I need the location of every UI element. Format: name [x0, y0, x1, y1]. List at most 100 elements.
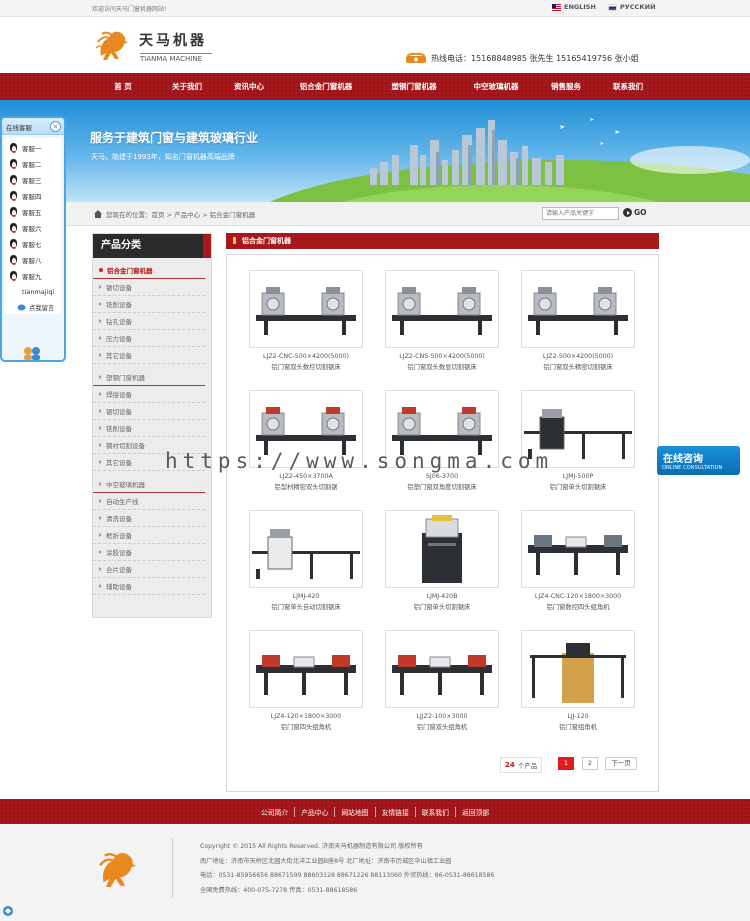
product-model[interactable]: LJZ2-500×4200(5000) [521, 353, 635, 360]
category-item[interactable]: 框折设备 [93, 527, 205, 544]
category-item[interactable]: 自动生产线 [93, 493, 205, 510]
product-image[interactable] [249, 270, 363, 348]
category-item[interactable]: 清洗设备 [93, 510, 205, 527]
pager-total-label: 个产品 [517, 762, 538, 770]
nav-item-6[interactable]: 销售服务 [536, 73, 596, 100]
product-image[interactable] [249, 630, 363, 708]
breadcrumb-text[interactable]: 您现在的位置：首页 > 产品中心 > 铝合金门窗机器 [106, 209, 255, 219]
category-group[interactable]: 铝合金门窗机器 [93, 261, 205, 279]
product-image[interactable] [249, 510, 363, 588]
nav-item-4[interactable]: 塑钢门窗机器 [372, 73, 456, 100]
category-group[interactable]: 中空玻璃机器 [93, 475, 205, 493]
category-group[interactable]: 塑钢门窗机器 [93, 368, 205, 386]
product-image[interactable] [521, 630, 635, 708]
product-name[interactable]: 铝门窗双头数显切割锯床 [385, 362, 499, 371]
category-item[interactable]: 辅助设备 [93, 578, 205, 595]
product-name[interactable]: 铝塑门窗双角度切割锯床 [385, 482, 499, 491]
qq-contact[interactable]: 客服五 [5, 204, 61, 220]
lang-english-link[interactable]: ENGLISH [552, 3, 596, 11]
product-model[interactable]: LJZ2-CNS-500×4200(5000) [385, 353, 499, 360]
product-name[interactable]: 铝门窗四头组角机 [249, 722, 363, 731]
product-name[interactable]: 铝门窗数控四头组角机 [521, 602, 635, 611]
product-model[interactable]: LJZ2-CNC-500×4200(5000) [249, 353, 363, 360]
pager-page-2[interactable]: 2 [582, 757, 598, 770]
search-input[interactable] [542, 207, 619, 220]
product-card[interactable]: LJZ2-450×3700A 铝型材精密双头切割锯 [249, 390, 363, 491]
product-card[interactable]: LJZ2-500×4200(5000) 铝门窗双头精密切割锯床 [521, 270, 635, 371]
category-item[interactable]: 锯切设备 [93, 403, 205, 420]
footer-link[interactable]: 返回顶部 [456, 807, 495, 817]
horse-logo-icon[interactable] [93, 26, 133, 64]
nav-item-1[interactable]: 关于我们 [156, 73, 218, 100]
qq-contact[interactable]: 客服六 [5, 220, 61, 236]
nav-item-0[interactable]: 首 页 [90, 73, 156, 100]
footer-link[interactable]: 友情链接 [376, 807, 416, 817]
category-item[interactable]: 压力设备 [93, 330, 205, 347]
product-model[interactable]: LJJZ2-100×3000 [385, 713, 499, 720]
qq-message-link[interactable]: 点我留言 [5, 303, 61, 312]
product-model[interactable]: LJMJ-500P [521, 473, 635, 480]
category-item[interactable]: 其它设备 [93, 347, 205, 364]
lang-russian-link[interactable]: РУССКИЙ [608, 3, 656, 11]
qq-account[interactable]: tianmajiqi [5, 284, 61, 300]
product-card[interactable]: LJZ2-CNS-500×4200(5000) 铝门窗双头数显切割锯床 [385, 270, 499, 371]
qq-contact[interactable]: 客服七 [5, 236, 61, 252]
category-label: 钢衬切割设备 [106, 442, 145, 450]
category-item[interactable]: 锯切设备 [93, 279, 205, 296]
product-card[interactable]: LJJ-120 铝门窗组角机 [521, 630, 635, 731]
product-card[interactable]: LJMJ-420B 铝门窗单头切割锯床 [385, 510, 499, 611]
product-name[interactable]: 铝型材精密双头切割锯 [249, 482, 363, 491]
product-card[interactable]: LJZ2-CNC-500×4200(5000) 铝门窗双头数控切割锯床 [249, 270, 363, 371]
footer-link[interactable]: 网站地图 [335, 807, 376, 817]
nav-item-2[interactable]: 资讯中心 [218, 73, 280, 100]
product-image[interactable] [521, 270, 635, 348]
product-image[interactable] [385, 510, 499, 588]
category-item[interactable]: 铣削设备 [93, 420, 205, 437]
product-card[interactable]: LJMJ-500P 铝门窗单头切割锯床 [521, 390, 635, 491]
qq-contact[interactable]: 客服一 [5, 140, 61, 156]
category-item[interactable]: 铣削设备 [93, 296, 205, 313]
product-name[interactable]: 铝门窗双头数控切割锯床 [249, 362, 363, 371]
product-name[interactable]: 铝门窗双头组角机 [385, 722, 499, 731]
product-model[interactable]: LJZ4-120×1800×3000 [249, 713, 363, 720]
qq-contact[interactable]: 客服二 [5, 156, 61, 172]
product-model[interactable]: LJMJ-420B [385, 593, 499, 600]
product-model[interactable]: LJZ2-450×3700A [249, 473, 363, 480]
qq-contact[interactable]: 客服三 [5, 172, 61, 188]
pager-next-button[interactable]: 下一页 [605, 757, 637, 770]
product-image[interactable] [385, 630, 499, 708]
qq-contact[interactable]: 客服九 [5, 268, 61, 284]
footer-link[interactable]: 联系我们 [416, 807, 456, 817]
pager-page-1[interactable]: 1 [558, 757, 574, 770]
nav-item-5[interactable]: 中空玻璃机器 [456, 73, 536, 100]
product-name[interactable]: 铝门窗组角机 [521, 722, 635, 731]
nav-item-7[interactable]: 联系我们 [596, 73, 660, 100]
qq-contact[interactable]: 客服八 [5, 252, 61, 268]
product-card[interactable]: LJZ4-CNC-120×1800×3000 铝门窗数控四头组角机 [521, 510, 635, 611]
product-name[interactable]: 铝门窗单头切割锯床 [521, 482, 635, 491]
product-model[interactable]: LJJ-120 [521, 713, 635, 720]
footer-link[interactable]: 产品中心 [295, 807, 336, 817]
search-go-button[interactable]: GO [623, 208, 647, 217]
category-item[interactable]: 钻孔设备 [93, 313, 205, 330]
product-card[interactable]: LJJZ2-100×3000 铝门窗双头组角机 [385, 630, 499, 731]
footer-link[interactable]: 公司简介 [255, 807, 296, 817]
product-name[interactable]: 铝门窗单头自动切割锯床 [249, 602, 363, 611]
product-model[interactable]: SJ06-3700 [385, 473, 499, 480]
nav-item-3[interactable]: 铝合金门窗机器 [280, 73, 372, 100]
qq-contact[interactable]: 客服四 [5, 188, 61, 204]
category-item[interactable]: 涂胶设备 [93, 544, 205, 561]
product-card[interactable]: SJ06-3700 铝塑门窗双角度切割锯床 [385, 390, 499, 491]
product-model[interactable]: LJZ4-CNC-120×1800×3000 [521, 593, 635, 600]
product-card[interactable]: LJZ4-120×1800×3000 铝门窗四头组角机 [249, 630, 363, 731]
category-item[interactable]: 焊接设备 [93, 386, 205, 403]
product-image[interactable] [521, 510, 635, 588]
close-icon[interactable]: × [50, 121, 61, 132]
category-item[interactable]: 合片设备 [93, 561, 205, 578]
online-consult-button[interactable]: 在线咨询 ONLINE CONSULTATION [657, 446, 740, 475]
product-image[interactable] [385, 270, 499, 348]
product-name[interactable]: 铝门窗双头精密切割锯床 [521, 362, 635, 371]
product-name[interactable]: 铝门窗单头切割锯床 [385, 602, 499, 611]
product-card[interactable]: LJMJ-420 铝门窗单头自动切割锯床 [249, 510, 363, 611]
product-model[interactable]: LJMJ-420 [249, 593, 363, 600]
